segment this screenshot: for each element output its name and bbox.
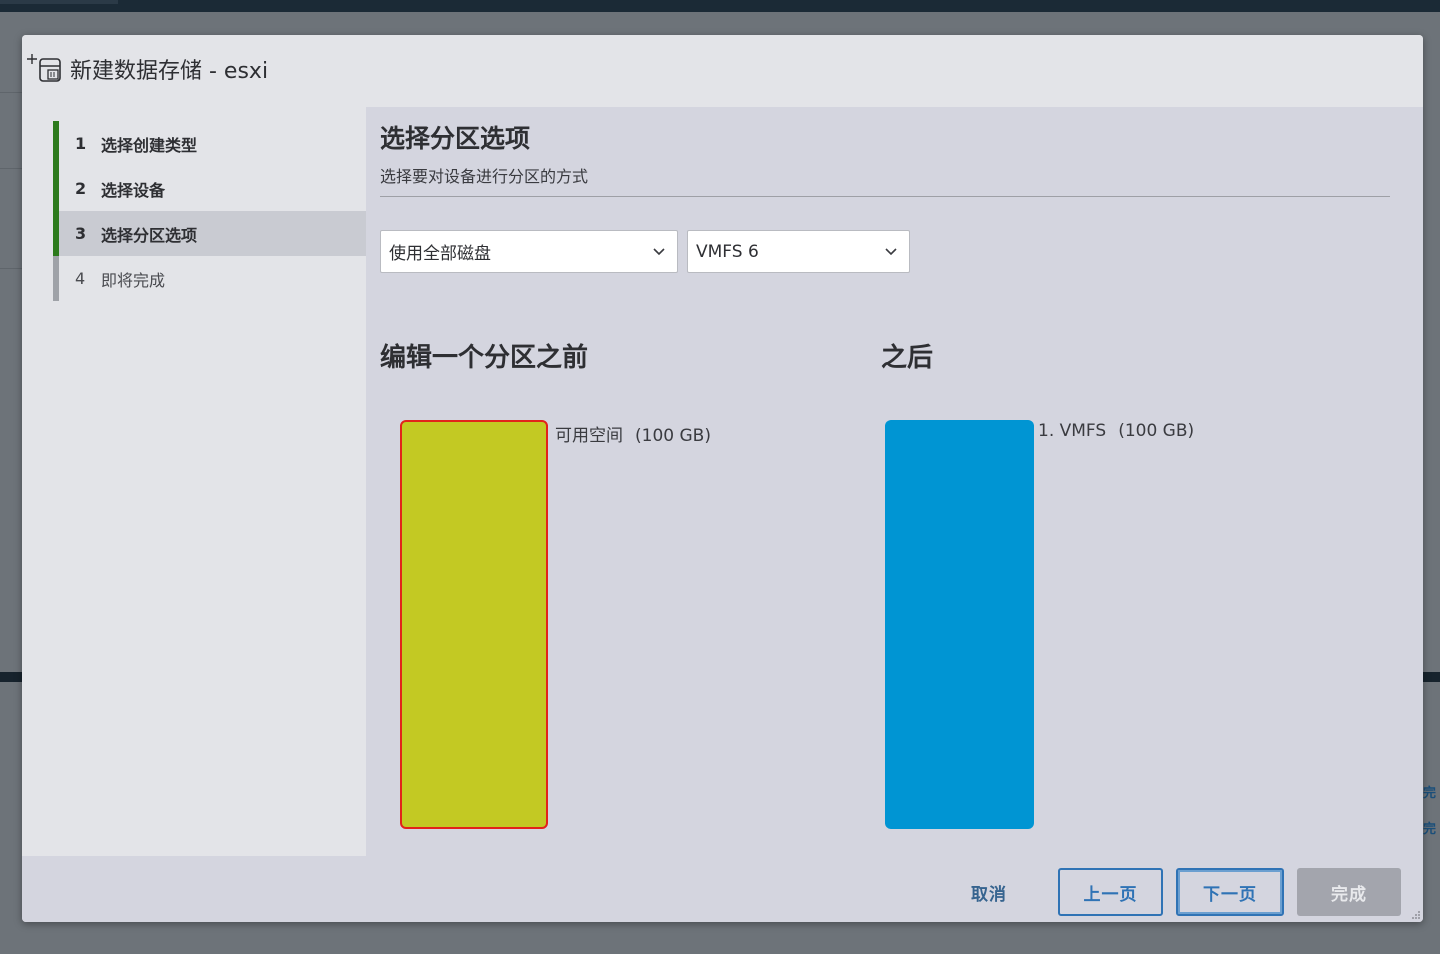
after-partition-size: (100 GB) xyxy=(1118,421,1195,441)
background-status-text: 完 xyxy=(1423,822,1437,837)
after-partition-label: 1. VMFS (100 GB) xyxy=(1038,421,1194,441)
cancel-button[interactable]: 取消 xyxy=(950,868,1028,916)
dialog-title: 新建数据存储 - esxi xyxy=(70,59,269,84)
step-label: 选择设备 xyxy=(101,180,166,200)
wizard-step-4: 4 即将完成 xyxy=(53,256,366,301)
step-progress-bar xyxy=(53,211,59,256)
dialog-header: 新建数据存储 - esxi xyxy=(22,35,1423,107)
page-title: 选择分区选项 xyxy=(380,124,531,153)
step-label: 选择创建类型 xyxy=(101,135,198,155)
step-progress-bar xyxy=(53,166,59,211)
step-progress-bar xyxy=(53,121,59,166)
step-number: 4 xyxy=(75,269,86,288)
wizard-steps: 1 选择创建类型 2 选择设备 3 选择分区选项 4 即将完成 xyxy=(22,107,366,856)
vmfs-version-select[interactable]: VMFS 6 xyxy=(687,230,910,273)
after-partition-block xyxy=(885,420,1034,829)
chevron-down-icon xyxy=(885,248,897,256)
before-partition-size: (100 GB) xyxy=(635,426,711,446)
page-subtitle: 选择要对设备进行分区的方式 xyxy=(380,167,589,186)
resize-grip-icon[interactable] xyxy=(1409,908,1421,920)
background-topbar xyxy=(0,0,1440,12)
next-page-button[interactable]: 下一页 xyxy=(1176,868,1284,916)
after-partition-name: 1. VMFS xyxy=(1038,421,1107,441)
partition-scheme-value: 使用全部磁盘 xyxy=(389,244,491,264)
step-number: 3 xyxy=(75,224,87,243)
wizard-step-1[interactable]: 1 选择创建类型 xyxy=(53,121,366,166)
background-tab xyxy=(0,0,118,4)
step-number: 2 xyxy=(75,179,87,198)
title-divider xyxy=(380,196,1390,197)
background-divider xyxy=(0,268,22,269)
step-label: 即将完成 xyxy=(101,270,166,290)
step-number: 1 xyxy=(75,134,87,153)
wizard-step-3[interactable]: 3 选择分区选项 xyxy=(53,211,366,256)
step-label: 选择分区选项 xyxy=(101,225,198,245)
background-status-text: 完 xyxy=(1423,786,1437,801)
new-datastore-icon xyxy=(27,54,61,82)
before-partition-label: 可用空间 (100 GB) xyxy=(555,421,711,446)
background-divider xyxy=(0,92,22,93)
previous-page-button[interactable]: 上一页 xyxy=(1058,868,1163,916)
finish-button: 完成 xyxy=(1297,868,1401,916)
after-heading: 之后 xyxy=(881,343,934,373)
before-heading: 编辑一个分区之前 xyxy=(380,343,589,373)
wizard-step-2[interactable]: 2 选择设备 xyxy=(53,166,366,211)
dialog-footer: 取消 上一页 下一页 完成 xyxy=(22,856,1423,922)
new-datastore-dialog: 新建数据存储 - esxi 1 选择创建类型 2 选择设备 3 选择分区选项 4… xyxy=(22,35,1423,922)
before-partition-block[interactable] xyxy=(400,420,548,829)
vmfs-version-value: VMFS 6 xyxy=(696,241,759,262)
step-progress-bar xyxy=(53,256,59,301)
partition-scheme-select[interactable]: 使用全部磁盘 xyxy=(380,230,678,273)
partition-options-panel: 选择分区选项 选择要对设备进行分区的方式 使用全部磁盘 VMFS 6 编辑一个分… xyxy=(366,107,1423,856)
chevron-down-icon xyxy=(653,248,665,256)
before-partition-name: 可用空间 xyxy=(555,426,623,446)
background-divider xyxy=(0,168,22,169)
